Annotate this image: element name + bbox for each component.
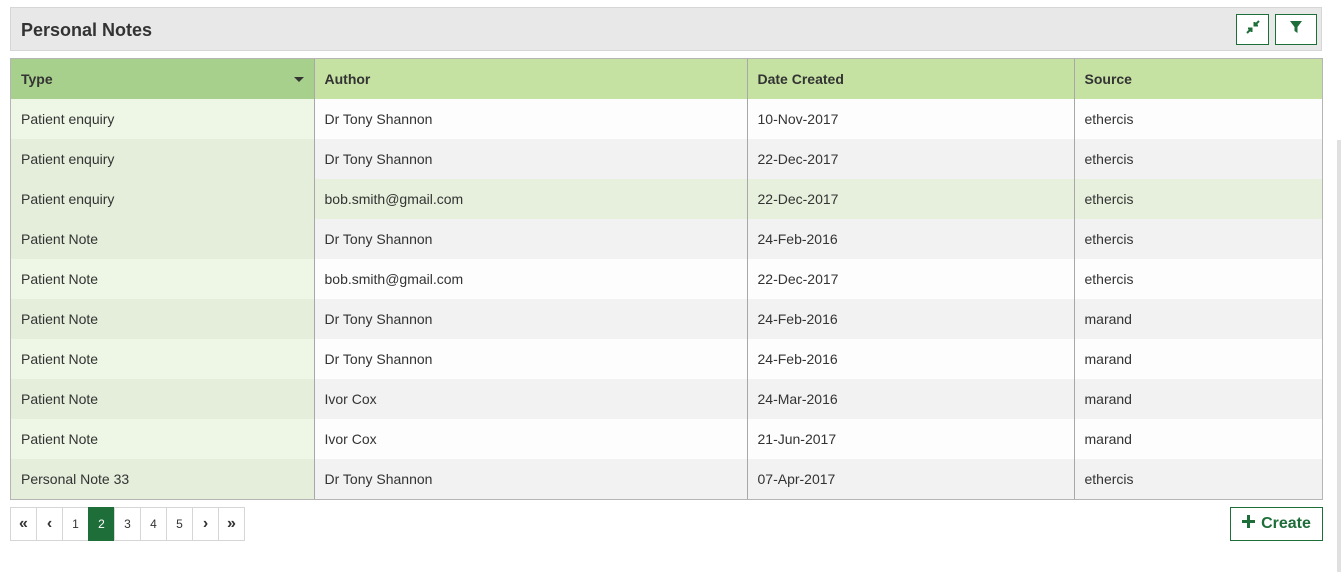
cell-date-created: 24-Feb-2016: [747, 299, 1075, 339]
page-button-3[interactable]: 3: [114, 507, 141, 541]
cell-type: Patient enquiry: [11, 139, 315, 179]
cell-date-created: 22-Dec-2017: [747, 259, 1075, 299]
cell-author: bob.smith@gmail.com: [314, 179, 748, 219]
table-row[interactable]: Patient Note Ivor Cox 24-Mar-2016 marand: [11, 379, 1322, 419]
panel-header: Personal Notes: [10, 7, 1322, 51]
table-row[interactable]: Patient Note Dr Tony Shannon 24-Feb-2016 ma…: [11, 299, 1322, 339]
cell-source: marand: [1074, 419, 1322, 459]
create-button[interactable]: Create: [1230, 507, 1323, 541]
table-row[interactable]: Patient enquiry bob.smith@gmail.com 22-Dec…: [11, 179, 1322, 219]
cell-author: Dr Tony Shannon: [314, 339, 748, 379]
page-button-4[interactable]: 4: [140, 507, 167, 541]
table-row[interactable]: Patient Note bob.smith@gmail.com 22-Dec-20…: [11, 259, 1322, 299]
cell-type: Patient Note: [11, 339, 315, 379]
column-header-source[interactable]: Source: [1074, 59, 1322, 99]
cell-author: Dr Tony Shannon: [314, 139, 748, 179]
column-header-date-created[interactable]: Date Created: [747, 59, 1075, 99]
page-button-5[interactable]: 5: [166, 507, 193, 541]
cell-type: Patient enquiry: [11, 99, 315, 139]
table-row[interactable]: Patient Note Ivor Cox 21-Jun-2017 marand: [11, 419, 1322, 459]
filter-button[interactable]: [1275, 14, 1317, 45]
cell-date-created: 24-Feb-2016: [747, 339, 1075, 379]
cell-date-created: 24-Mar-2016: [747, 379, 1075, 419]
table-row[interactable]: Patient Note Dr Tony Shannon 24-Feb-2016 ma…: [11, 339, 1322, 379]
first-page-button[interactable]: «: [10, 507, 37, 541]
cell-type: Patient Note: [11, 219, 315, 259]
sort-caret-icon: [293, 77, 304, 82]
prev-page-button[interactable]: ‹: [36, 507, 63, 541]
page-title: Personal Notes: [21, 20, 153, 40]
cell-source: ethercis: [1074, 99, 1322, 139]
column-label: Type: [21, 71, 53, 87]
cell-author: Ivor Cox: [314, 419, 748, 459]
cell-source: ethercis: [1074, 259, 1322, 299]
cell-date-created: 24-Feb-2016: [747, 219, 1075, 259]
cell-author: Dr Tony Shannon: [314, 299, 748, 339]
page-button-1[interactable]: 1: [62, 507, 89, 541]
filter-icon: [1289, 20, 1303, 39]
column-header-type[interactable]: Type: [11, 59, 315, 99]
cell-type: Patient enquiry: [11, 179, 315, 219]
cell-source: marand: [1074, 339, 1322, 379]
column-label: Author: [324, 71, 371, 87]
cell-author: Dr Tony Shannon: [314, 219, 748, 259]
page-button-2[interactable]: 2: [88, 507, 115, 541]
column-header-author[interactable]: Author: [314, 59, 748, 99]
cell-date-created: 22-Dec-2017: [747, 179, 1075, 219]
next-page-button[interactable]: ›: [192, 507, 219, 541]
cell-source: ethercis: [1074, 459, 1322, 499]
column-label: Source: [1084, 71, 1132, 87]
table-row[interactable]: Patient enquiry Dr Tony Shannon 10-Nov-201…: [11, 99, 1322, 139]
cell-source: marand: [1074, 299, 1322, 339]
pagination: « ‹ 1 2 3 4 5 › »: [10, 507, 245, 541]
cell-type: Patient Note: [11, 379, 315, 419]
notes-table: Type Author Date Created Source Patient …: [10, 58, 1323, 500]
scrollbar[interactable]: [1337, 140, 1341, 572]
create-button-label: Create: [1261, 515, 1311, 532]
collapse-icon: [1245, 20, 1260, 39]
table-header-row: Type Author Date Created Source: [11, 59, 1322, 99]
cell-source: marand: [1074, 379, 1322, 419]
plus-icon: [1242, 515, 1256, 533]
cell-date-created: 21-Jun-2017: [747, 419, 1075, 459]
cell-author: Ivor Cox: [314, 379, 748, 419]
cell-type: Patient Note: [11, 259, 315, 299]
table-row[interactable]: Patient Note Dr Tony Shannon 24-Feb-2016 et…: [11, 219, 1322, 259]
last-page-button[interactable]: »: [218, 507, 245, 541]
cell-author: Dr Tony Shannon: [314, 459, 748, 499]
cell-source: ethercis: [1074, 179, 1322, 219]
cell-date-created: 07-Apr-2017: [747, 459, 1075, 499]
cell-type: Personal Note 33: [11, 459, 315, 499]
cell-author: bob.smith@gmail.com: [314, 259, 748, 299]
cell-date-created: 10-Nov-2017: [747, 99, 1075, 139]
cell-type: Patient Note: [11, 299, 315, 339]
cell-author: Dr Tony Shannon: [314, 99, 748, 139]
table-row[interactable]: Personal Note 33 Dr Tony Shannon 07-Apr-20…: [11, 459, 1322, 499]
cell-source: ethercis: [1074, 139, 1322, 179]
column-label: Date Created: [757, 71, 844, 87]
cell-source: ethercis: [1074, 219, 1322, 259]
table-row[interactable]: Patient enquiry Dr Tony Shannon 22-Dec-201…: [11, 139, 1322, 179]
cell-date-created: 22-Dec-2017: [747, 139, 1075, 179]
collapse-button[interactable]: [1236, 14, 1269, 45]
cell-type: Patient Note: [11, 419, 315, 459]
